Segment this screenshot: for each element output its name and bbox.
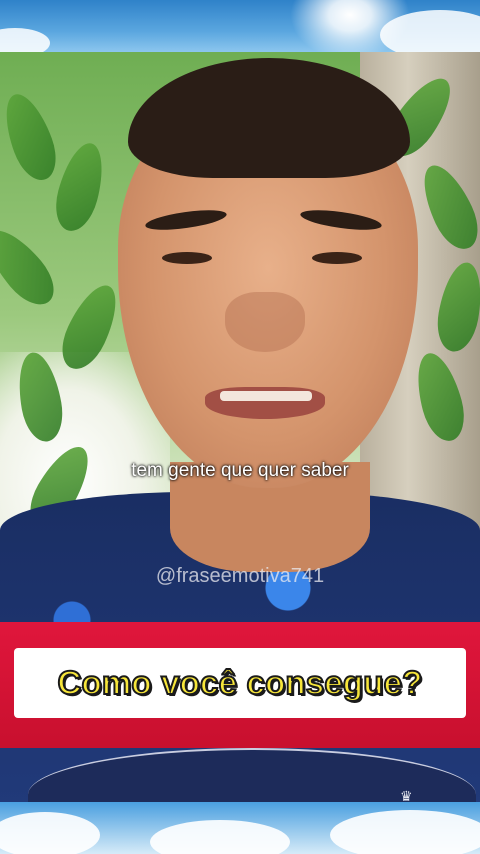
leaf xyxy=(49,138,111,236)
cloud xyxy=(150,820,290,854)
crown-icon: ♛ xyxy=(400,788,413,802)
right-eye xyxy=(312,252,362,264)
caption-banner: Como você consegue? xyxy=(0,622,480,748)
person-teeth xyxy=(220,391,312,401)
person-nose xyxy=(225,292,305,352)
caption-text: Como você consegue? xyxy=(56,663,423,702)
bottom-sky-strip xyxy=(0,802,480,854)
watermark-handle: @fraseemotiva741 xyxy=(155,565,325,587)
video-subtitle: tem gente que quer saber xyxy=(131,460,349,481)
left-eye xyxy=(162,252,212,264)
cloud xyxy=(330,810,480,854)
leaf xyxy=(0,219,65,315)
cloud xyxy=(0,28,50,52)
leaf xyxy=(0,87,65,187)
top-sky-strip xyxy=(0,0,480,52)
video-frame[interactable]: tem gente que quer saber @fraseemotiva74… xyxy=(0,52,480,802)
caption-box: Como você consegue? xyxy=(14,648,466,718)
cloud xyxy=(0,812,100,854)
